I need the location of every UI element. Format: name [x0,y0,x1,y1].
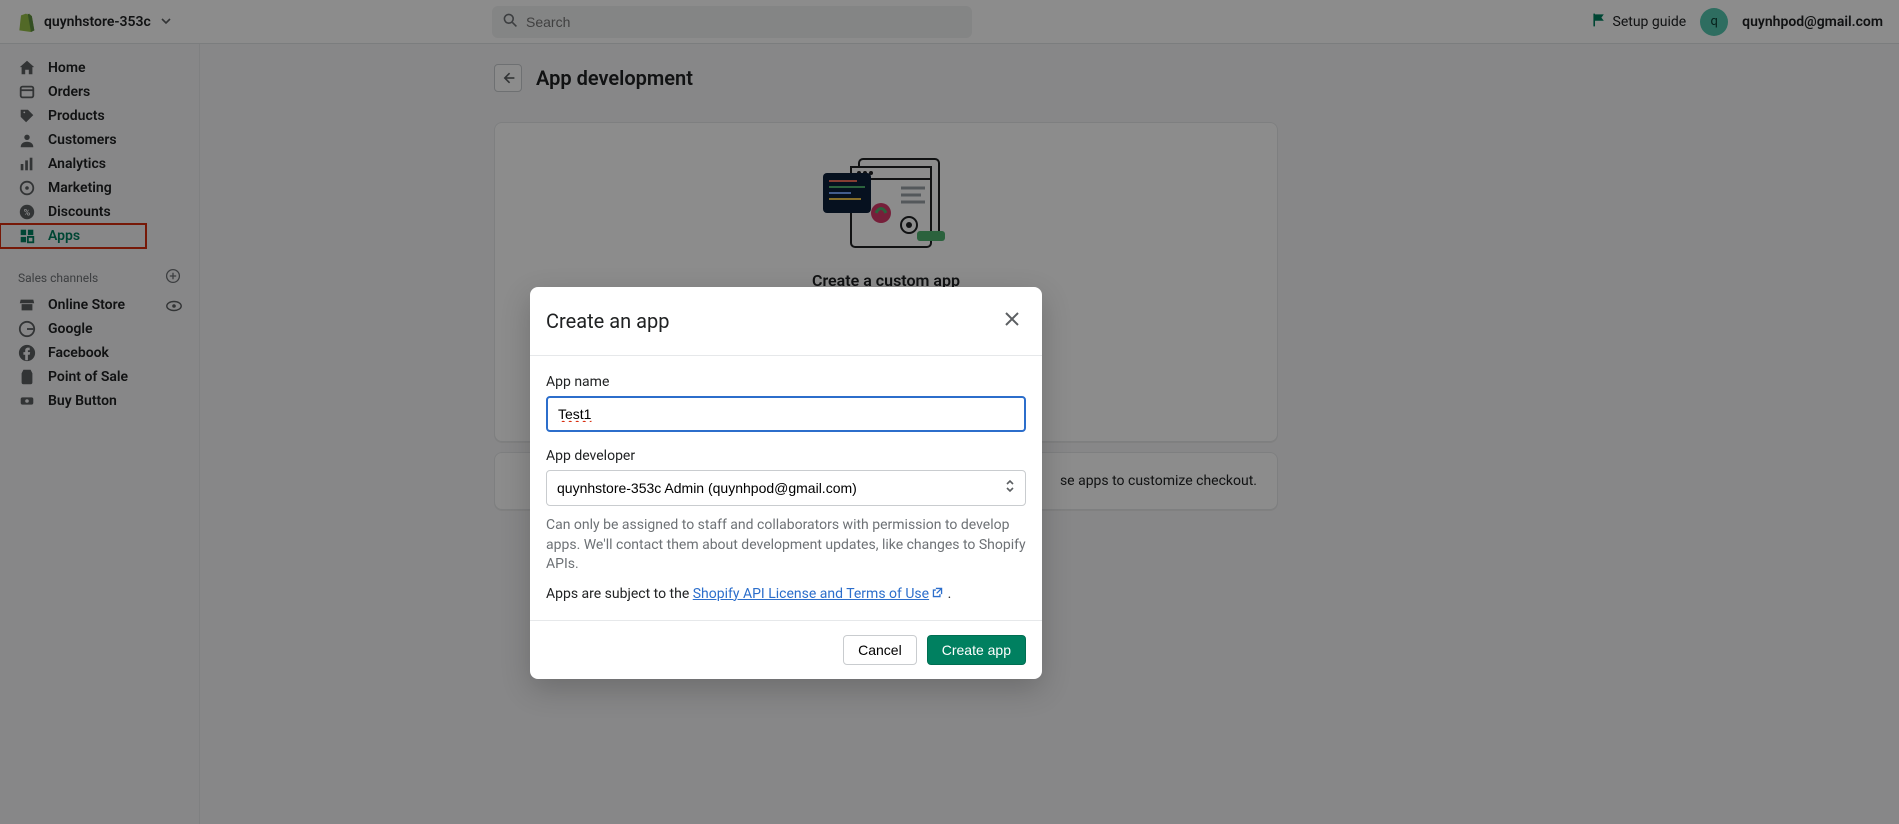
terms-prefix: Apps are subject to the [546,586,693,602]
app-name-label: App name [546,374,1026,390]
developer-help-text: Can only be assigned to staff and collab… [546,516,1026,575]
external-link-icon [931,586,944,599]
app-name-input[interactable] [546,396,1026,432]
terms-text: Apps are subject to the Shopify API Lice… [546,585,1026,605]
create-app-modal: Create an app App name App developer Can… [530,287,1042,679]
modal-title: Create an app [546,309,669,333]
close-icon[interactable] [998,305,1026,337]
cancel-button[interactable]: Cancel [843,635,917,665]
modal-body: App name App developer Can only be assig… [530,356,1042,620]
modal-header: Create an app [530,287,1042,356]
modal-footer: Cancel Create app [530,620,1042,679]
developer-select[interactable] [546,470,1026,506]
developer-label: App developer [546,448,1026,464]
developer-select-value[interactable] [546,470,1026,506]
create-app-button[interactable]: Create app [927,635,1026,665]
terms-link[interactable]: Shopify API License and Terms of Use [693,586,944,602]
